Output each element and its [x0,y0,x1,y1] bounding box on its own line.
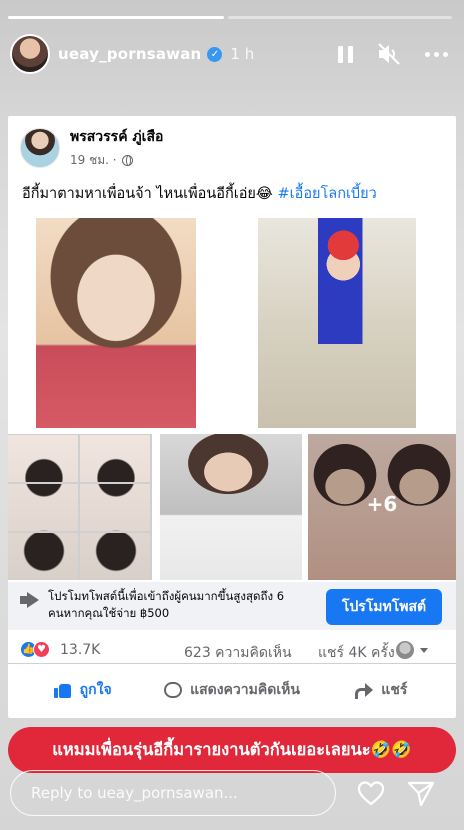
pause-icon[interactable] [338,45,353,63]
reaction-summary: 👍 ♥ 13.7K 623 ความคิดเห็น แชร์ 4K ครั้ง [8,636,456,664]
love-reaction-icon: ♥ [33,641,50,658]
megaphone-icon [20,592,42,608]
promote-post-button: โปรโมทโพสต์ [326,589,442,625]
promote-text: โปรโมทโพสต์นี้เพื่อเข้าถึงผู้คนมากขึ้นสู… [48,589,285,620]
post-time-text: 19 ชม. · [70,153,117,167]
progress-segment-next [228,16,452,19]
photo-2 [258,218,416,428]
reaction-count: 13.7K [60,642,101,658]
audience-avatar [396,641,414,659]
globe-icon [121,155,133,166]
story-caption: แหมมเพื่อนรุ่นอีกี้มารายงานตัวกันเยอะเลย… [8,727,456,773]
send-icon[interactable] [406,778,436,808]
share-count: แชร์ 4K ครั้ง [318,645,395,661]
comment-action-label: แสดงความคิดเห็น [190,682,300,698]
share-action-label: แชร์ [381,682,408,698]
post-author-avatar [20,128,60,168]
verified-badge-icon: ✓ [207,46,223,62]
story-time: 1 h [230,45,255,63]
progress-segment-current [8,16,224,19]
post-body: อีกี้มาตามหาเพื่อนจ้า ไหนเพื่อนอีกี้เอ่ย… [22,186,278,202]
more-options-icon[interactable] [425,51,448,57]
avatar[interactable] [10,34,50,74]
post-actions: ถูกใจ แสดงความคิดเห็น แชร์ [8,672,456,708]
like-action-label: ถูกใจ [79,682,112,698]
photo-4 [160,434,302,580]
photo-3 [8,434,152,580]
story-header: ueay_pornsawan ✓ 1 h [10,34,454,74]
like-action: ถูกใจ [8,672,157,708]
more-photos-count: +6 [366,492,398,516]
share-action: แชร์ [307,672,456,708]
post-text: อีกี้มาตามหาเพื่อนจ้า ไหนเพื่อนอีกี้เอ่ย… [22,182,444,205]
photo-1 [36,218,196,428]
promote-bar: โปรโมทโพสต์นี้เพื่อเข้าถึงผู้คนมากขึ้นสู… [8,582,456,630]
post-timestamp: 19 ชม. · [70,151,163,170]
post-header: พรสวรรค์ ภู่เสือ 19 ชม. · [20,126,163,170]
mute-icon[interactable] [377,43,401,65]
facebook-post-screenshot: พรสวรรค์ ภู่เสือ 19 ชม. · อีกี้มาตามหาเพ… [8,116,456,718]
share-icon [355,682,374,699]
photo-grid: +6 [8,212,456,580]
comment-icon [164,682,183,698]
story-progress-bar [8,16,456,19]
chevron-down-icon [420,648,428,653]
comment-action: แสดงความคิดเห็น [157,672,306,708]
reply-input[interactable] [10,770,336,816]
comment-count: 623 ความคิดเห็น [184,645,292,661]
post-hashtag: #เอื้อยโลกเบี้ยว [277,186,377,202]
thumbs-up-icon [53,682,72,698]
story-username[interactable]: ueay_pornsawan [58,45,201,63]
post-author: พรสวรรค์ ภู่เสือ [70,129,164,145]
heart-icon[interactable] [356,778,386,808]
